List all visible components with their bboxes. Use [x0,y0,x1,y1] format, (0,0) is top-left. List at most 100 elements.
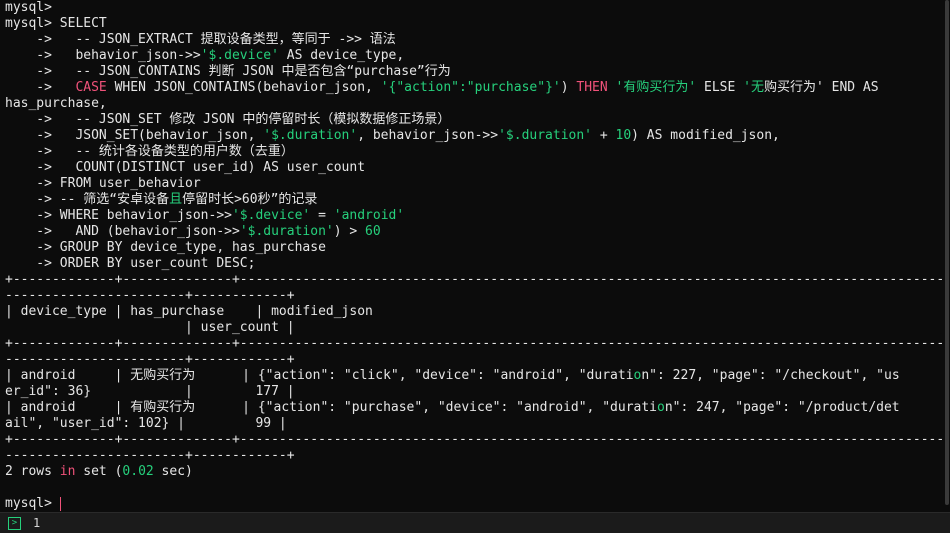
terminal-text-default: -> -- JSON_EXTRACT 提取设备类型，等同于 ->> 语法 [5,32,396,47]
terminal-line: | user_count | [0,320,944,336]
terminal-line: mysql> [0,496,944,512]
terminal-text-default: sec) [153,464,193,479]
terminal-text-string: '$.duration' [263,128,358,143]
terminal-text-default: ) > [333,224,366,239]
terminal-text-string: '{"action":"purchase"}' [380,80,561,95]
terminal-text-string: '无 [743,80,764,95]
terminal-text-default: | user_count | [5,320,295,335]
terminal-line: -> FROM user_behavior [0,176,944,192]
terminal-line: -> -- 统计各设备类型的用户数（去重） [0,144,944,160]
terminal-text-number: 60 [365,224,381,239]
terminal-line: -> -- JSON_SET 修改 JSON 中的停留时长（模拟数据修正场景） [0,112,944,128]
terminal-line: -----------------------+------------+ [0,352,944,368]
terminal-text-default: -> -- 统计各设备类型的用户数（去重） [5,144,294,159]
terminal-text-default: -----------------------+------------+ [5,288,295,303]
terminal-line: ail", "user_id": 102} | 99 | [0,416,944,432]
status-bar: > 1 [0,512,950,533]
terminal-text-default: 购买行为' END AS [763,80,879,95]
text-cursor [59,496,61,511]
terminal-text-default: ) [560,80,577,95]
terminal-line: -> behavior_json->>'$.device' AS device_… [0,48,944,64]
status-count: 1 [33,516,41,530]
terminal-line: -----------------------+------------+ [0,448,944,464]
terminal-text-default: -----------------------+------------+ [5,352,295,367]
terminal-line: +-------------+--------------+----------… [0,336,944,352]
terminal-text-default: 2 rows [5,464,60,479]
terminal-text-default [608,80,616,95]
terminal-line: -> COUNT(DISTINCT user_id) AS user_count [0,160,944,176]
terminal-line: er_id": 36} | 177 | [0,384,944,400]
terminal-text-default: ELSE [696,80,744,95]
terminal-text-default: | android | 无购买行为 | {"action": "click", … [5,368,634,383]
terminal-text-default: | device_type | has_purchase | modified_… [5,304,373,319]
terminal-text-string: o [657,400,665,415]
terminal-text-number: 0.02 [122,464,154,479]
terminal-text-default: n": 247, "page": "/product/det [664,400,900,415]
terminal-output[interactable]: mysql> mysql> SELECT -> -- JSON_EXTRACT 提… [0,0,944,512]
terminal-text-string: '$.duration' [498,128,593,143]
terminal-prompt-icon[interactable]: > [8,516,21,530]
terminal-scrollbar[interactable] [944,0,950,512]
terminal-text-default: mysql> SELECT [5,16,107,31]
terminal-text-string: '$.duration' [239,224,334,239]
terminal-text-string: '$.device' [231,208,311,223]
terminal-text-default: AS device_type, [278,48,405,63]
terminal-text-string: 'android' [333,208,405,223]
terminal-text-default: -> ORDER BY user_count DESC; [5,256,256,271]
terminal-text-keyword: in [59,464,76,479]
terminal-text-default: -> [5,80,76,95]
terminal-text-default: +-------------+--------------+----------… [5,272,944,287]
terminal-text-default: -----------------------+------------+ [5,448,295,463]
terminal-line: mysql> [0,0,944,16]
terminal-line: | android | 有购买行为 | {"action": "purchase… [0,400,944,416]
scrollbar-thumb[interactable] [945,0,949,505]
terminal-line: -----------------------+------------+ [0,288,944,304]
terminal-line: -> GROUP BY device_type, has_purchase [0,240,944,256]
terminal-line: -> AND (behavior_json->>'$.duration') > … [0,224,944,240]
terminal-line: -> -- 筛选“安卓设备且停留时长>60秒”的记录 [0,192,944,208]
terminal-text-string: '有购买行为' [615,80,697,95]
terminal-line: +-------------+--------------+----------… [0,272,944,288]
terminal-text-default: ) AS modified_json, [631,128,780,143]
terminal-text-default: -> COUNT(DISTINCT user_id) AS user_count [5,160,366,175]
terminal-line: -> WHERE behavior_json->>'$.device' = 'a… [0,208,944,224]
terminal-line: +-------------+--------------+----------… [0,432,944,448]
terminal-text-default: -> AND (behavior_json->> [5,224,240,239]
terminal-text-default: -> -- JSON_CONTAINS 判断 JSON 中是否包含“purcha… [5,64,451,79]
terminal-text-default: ail", "user_id": 102} | 99 | [5,416,287,431]
terminal-line: | device_type | has_purchase | modified_… [0,304,944,320]
terminal-text-string: '$.device' [200,48,279,63]
terminal-text-keyword: CASE [75,80,107,95]
terminal-line: mysql> SELECT [0,16,944,32]
terminal-text-default: -> FROM user_behavior [5,176,201,191]
terminal-text-default: WHEN JSON_CONTAINS(behavior_json, [106,80,381,95]
terminal-line: -> CASE WHEN JSON_CONTAINS(behavior_json… [0,80,944,96]
terminal-text-default: set ( [75,464,123,479]
terminal-line: -> -- JSON_EXTRACT 提取设备类型，等同于 ->> 语法 [0,32,944,48]
terminal-text-default: +-------------+--------------+----------… [5,336,944,351]
terminal-text-default: -> behavior_json->> [5,48,201,63]
terminal-line: -> JSON_SET(behavior_json, '$.duration',… [0,128,944,144]
terminal-text-default: +-------------+--------------+----------… [5,432,944,447]
terminal-text-default: -> GROUP BY device_type, has_purchase [5,240,326,255]
terminal-text-default: | android | 有购买行为 | {"action": "purchase… [5,400,657,415]
terminal-text-default: er_id": 36} | 177 | [5,384,295,399]
terminal-text-default: -> WHERE behavior_json->> [5,208,232,223]
terminal-text-default: n": 227, "page": "/checkout", "us [641,368,900,383]
terminal-text-default: has_purchase, [5,96,107,111]
terminal-text-default: 停留时长>60秒”的记录 [182,192,318,207]
terminal-text-string: 且 [169,192,183,207]
terminal-text-keyword: THEN [576,80,608,95]
terminal-line: -> -- JSON_CONTAINS 判断 JSON 中是否包含“purcha… [0,64,944,80]
terminal-line: -> ORDER BY user_count DESC; [0,256,944,272]
terminal-text-default: , behavior_json->> [357,128,499,143]
terminal-text-number: 10 [615,128,632,143]
terminal-line: has_purchase, [0,96,944,112]
terminal-text-default: mysql> [5,496,60,511]
terminal-text-default: -> -- 筛选“安卓设备 [5,192,170,207]
terminal-text-default: = [310,208,334,223]
terminal-text-default: -> -- JSON_SET 修改 JSON 中的停留时长（模拟数据修正场景） [5,112,451,127]
terminal-text-default: + [592,128,616,143]
terminal-text-default: mysql> [5,0,52,15]
